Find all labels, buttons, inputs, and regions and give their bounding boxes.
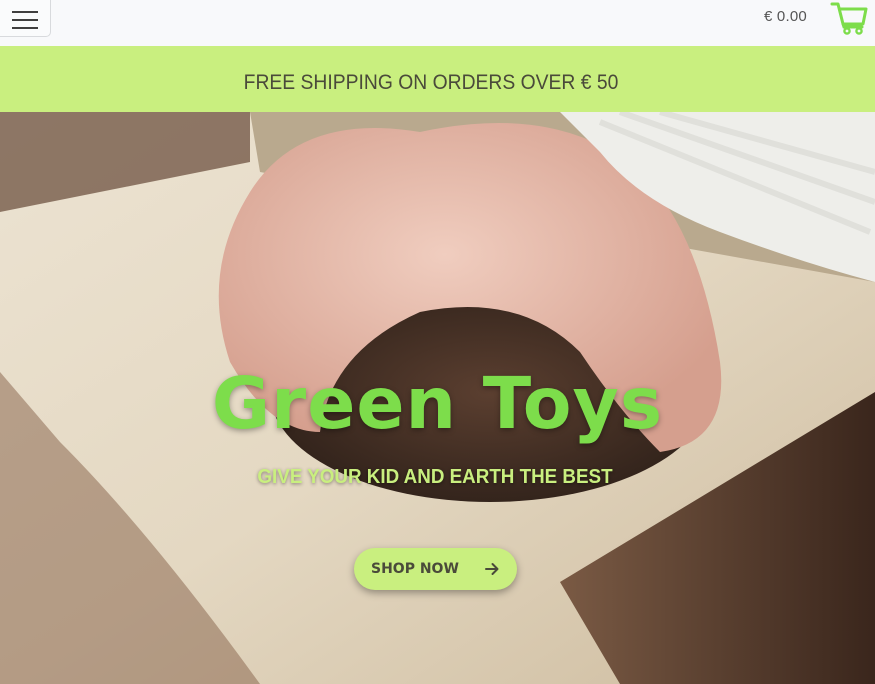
arrow-right-icon (485, 563, 499, 575)
shopping-cart-icon[interactable] (830, 0, 868, 36)
shop-now-label: SHOP NOW (371, 561, 459, 577)
menu-toggle-button[interactable] (0, 0, 51, 37)
free-shipping-text: FREE SHIPPING ON ORDERS OVER € 50 (243, 71, 619, 94)
hero-title: Green Toys (211, 362, 664, 445)
hamburger-menu-icon (12, 11, 38, 13)
hero-section: Green Toys GIVE YOUR KID AND EARTH THE B… (0, 112, 875, 684)
hamburger-line (12, 27, 38, 29)
top-navbar: € 0.00 (0, 0, 875, 46)
shop-now-button[interactable]: SHOP NOW (354, 548, 517, 590)
hamburger-line (12, 19, 38, 21)
cart-total[interactable]: € 0.00 (764, 8, 807, 25)
hero-subtitle: GIVE YOUR KID AND EARTH THE BEST (257, 466, 613, 488)
promo-banner: FREE SHIPPING ON ORDERS OVER € 50 (0, 46, 875, 112)
